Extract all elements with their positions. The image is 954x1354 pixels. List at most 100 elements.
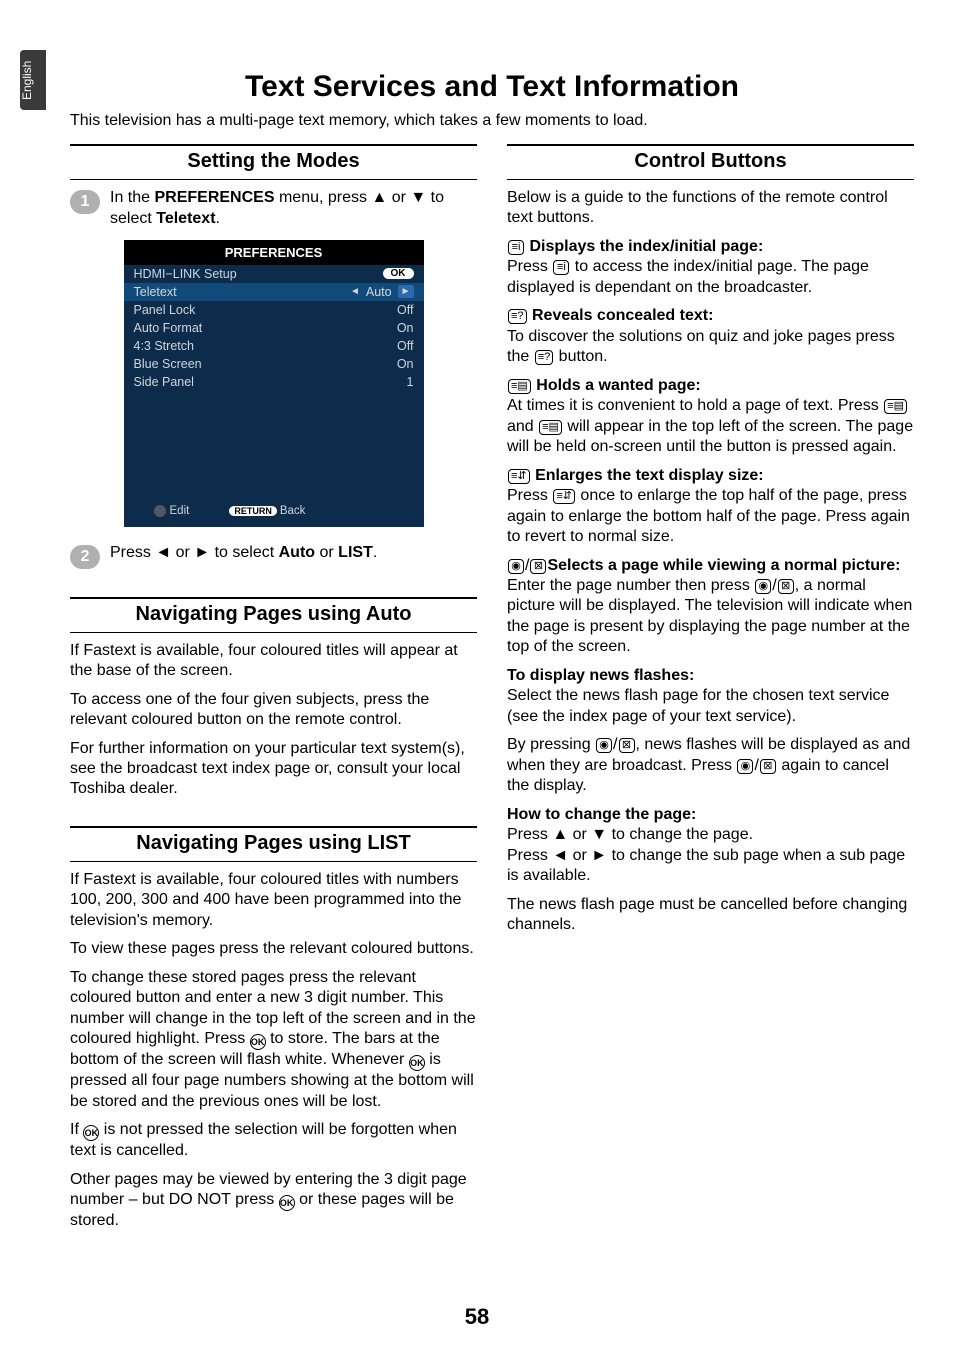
t: . <box>373 544 377 561</box>
list-p3: To change these stored pages press the r… <box>70 968 477 1112</box>
t: Teletext <box>156 210 215 227</box>
ok-icon: OK <box>83 1125 99 1141</box>
text-cancel-icon: ⊠ <box>530 559 546 574</box>
t: Press <box>507 258 552 275</box>
nav-auto-heading: Navigating Pages using Auto <box>70 603 477 626</box>
reveal-title: Reveals concealed text: <box>528 307 714 324</box>
control-intro: Below is a guide to the functions of the… <box>507 188 914 229</box>
page-number: 58 <box>0 1304 954 1330</box>
t: . <box>216 210 220 227</box>
osd-label: HDMI−LINK Setup <box>134 267 237 281</box>
osd-row-sidepanel: Side Panel 1 <box>124 373 424 391</box>
t: By pressing <box>507 736 595 753</box>
language-tab: English <box>20 50 46 110</box>
change-page-section: How to change the page: Press ▲ or ▼ to … <box>507 805 914 887</box>
hold-title: Holds a wanted page: <box>532 377 701 394</box>
t: will appear in the top left of the scree… <box>507 418 913 455</box>
t: Auto <box>279 544 315 561</box>
osd-edit-label: Edit <box>170 505 190 517</box>
list-p1: If Fastext is available, four coloured t… <box>70 870 477 931</box>
intro-text: This television has a multi-page text me… <box>70 112 914 130</box>
step-1: 1 In the PREFERENCES menu, press ▲ or ▼ … <box>70 188 477 230</box>
text-clock-icon: ◉ <box>596 738 612 753</box>
osd-value: 1 <box>407 375 414 389</box>
osd-row-43stretch: 4:3 Stretch Off <box>124 337 424 355</box>
osd-label: 4:3 Stretch <box>134 339 194 353</box>
t: or <box>315 544 338 561</box>
nav-dot-icon <box>154 505 166 517</box>
t: LIST <box>338 544 373 561</box>
index-page-section: ≡i Displays the index/initial page: Pres… <box>507 237 914 298</box>
step-badge-1: 1 <box>70 190 100 214</box>
enlarge-title: Enlarges the text display size: <box>531 467 764 484</box>
t: PREFERENCES <box>154 189 274 206</box>
auto-p2: To access one of the four given subjects… <box>70 690 477 731</box>
osd-row-autoformat: Auto FormatOn <box>124 319 424 337</box>
t: Press ▲ or ▼ to change the page. <box>507 826 753 843</box>
osd-label: Blue Screen <box>134 357 202 371</box>
index-title: Displays the index/initial page: <box>525 238 763 255</box>
osd-label: Panel Lock <box>134 303 196 317</box>
text-hold-icon: ≡▤ <box>539 420 562 435</box>
hold-section: ≡▤ Holds a wanted page: At times it is c… <box>507 376 914 458</box>
osd-row-panellock: Panel Lock Off <box>124 301 424 319</box>
t: If <box>70 1121 83 1138</box>
t: Press ◄ or ► to select <box>110 544 279 561</box>
text-cancel-icon: ⊠ <box>619 738 635 753</box>
news-flash-p2: By pressing ◉/⊠, news flashes will be di… <box>507 735 914 796</box>
setting-modes-heading: Setting the Modes <box>70 150 477 173</box>
osd-value: Off <box>397 303 413 317</box>
list-p5: Other pages may be viewed by entering th… <box>70 1170 477 1232</box>
t: In the <box>110 189 154 206</box>
osd-row-teletext: Teletext ◄ Auto ► <box>124 283 424 301</box>
return-pill: RETURN <box>229 506 277 516</box>
t: At times it is convenient to hold a page… <box>507 397 883 414</box>
t: Select the news flash page for the chose… <box>507 687 889 724</box>
osd-value: Auto <box>366 285 392 299</box>
enlarge-section: ≡⇵ Enlarges the text display size: Press… <box>507 466 914 548</box>
osd-label: Side Panel <box>134 375 194 389</box>
auto-p3: For further information on your particul… <box>70 739 477 800</box>
t: button. <box>554 348 607 365</box>
text-enlarge-icon: ≡⇵ <box>508 469 530 484</box>
osd-value: Off <box>397 339 413 353</box>
text-index-icon: ≡i <box>553 260 569 275</box>
nav-list-heading: Navigating Pages using LIST <box>70 832 477 855</box>
osd-footer: Edit RETURNBack <box>124 501 424 521</box>
t: and <box>507 418 538 435</box>
right-arrow-icon: ► <box>398 285 414 298</box>
auto-p1: If Fastext is available, four coloured t… <box>70 641 477 682</box>
page-title: Text Services and Text Information <box>70 70 914 104</box>
t: Enter the page number then press <box>507 577 754 594</box>
step-1-text: In the PREFERENCES menu, press ▲ or ▼ to… <box>110 188 477 230</box>
ok-pill: OK <box>383 268 414 279</box>
ok-icon: OK <box>279 1195 295 1211</box>
select-title: Selects a page while viewing a normal pi… <box>547 557 900 574</box>
text-clock-icon: ◉ <box>755 579 771 594</box>
ok-icon: OK <box>250 1034 266 1050</box>
news-title: To display news flashes: <box>507 667 694 684</box>
left-arrow-icon: ◄ <box>350 286 360 297</box>
control-buttons-heading: Control Buttons <box>507 150 914 173</box>
list-p2: To view these pages press the relevant c… <box>70 939 477 959</box>
osd-value: On <box>397 357 414 371</box>
step-badge-2: 2 <box>70 545 100 569</box>
t: Press ◄ or ► to change the sub page when… <box>507 847 905 884</box>
text-reveal-icon: ≡? <box>508 309 527 324</box>
news-flash-section: To display news flashes: Select the news… <box>507 666 914 727</box>
text-index-icon: ≡i <box>508 240 524 255</box>
osd-label: Auto Format <box>134 321 203 335</box>
text-reveal-icon: ≡? <box>535 350 554 365</box>
right-column: Control Buttons Below is a guide to the … <box>507 144 914 1240</box>
osd-label: Teletext <box>134 285 177 299</box>
t: is not pressed the selection will be for… <box>70 1121 457 1159</box>
step-2-text: Press ◄ or ► to select Auto or LIST. <box>110 543 377 564</box>
list-p4: If OK is not pressed the selection will … <box>70 1120 477 1161</box>
text-cancel-icon: ⊠ <box>760 759 776 774</box>
left-column: Setting the Modes 1 In the PREFERENCES m… <box>70 144 477 1240</box>
osd-row-hdmi: HDMI−LINK Setup OK <box>124 265 424 283</box>
ok-icon: OK <box>409 1055 425 1071</box>
text-enlarge-icon: ≡⇵ <box>553 489 575 504</box>
osd-title: PREFERENCES <box>124 240 424 265</box>
select-page-section: ◉/⊠Selects a page while viewing a normal… <box>507 556 914 658</box>
